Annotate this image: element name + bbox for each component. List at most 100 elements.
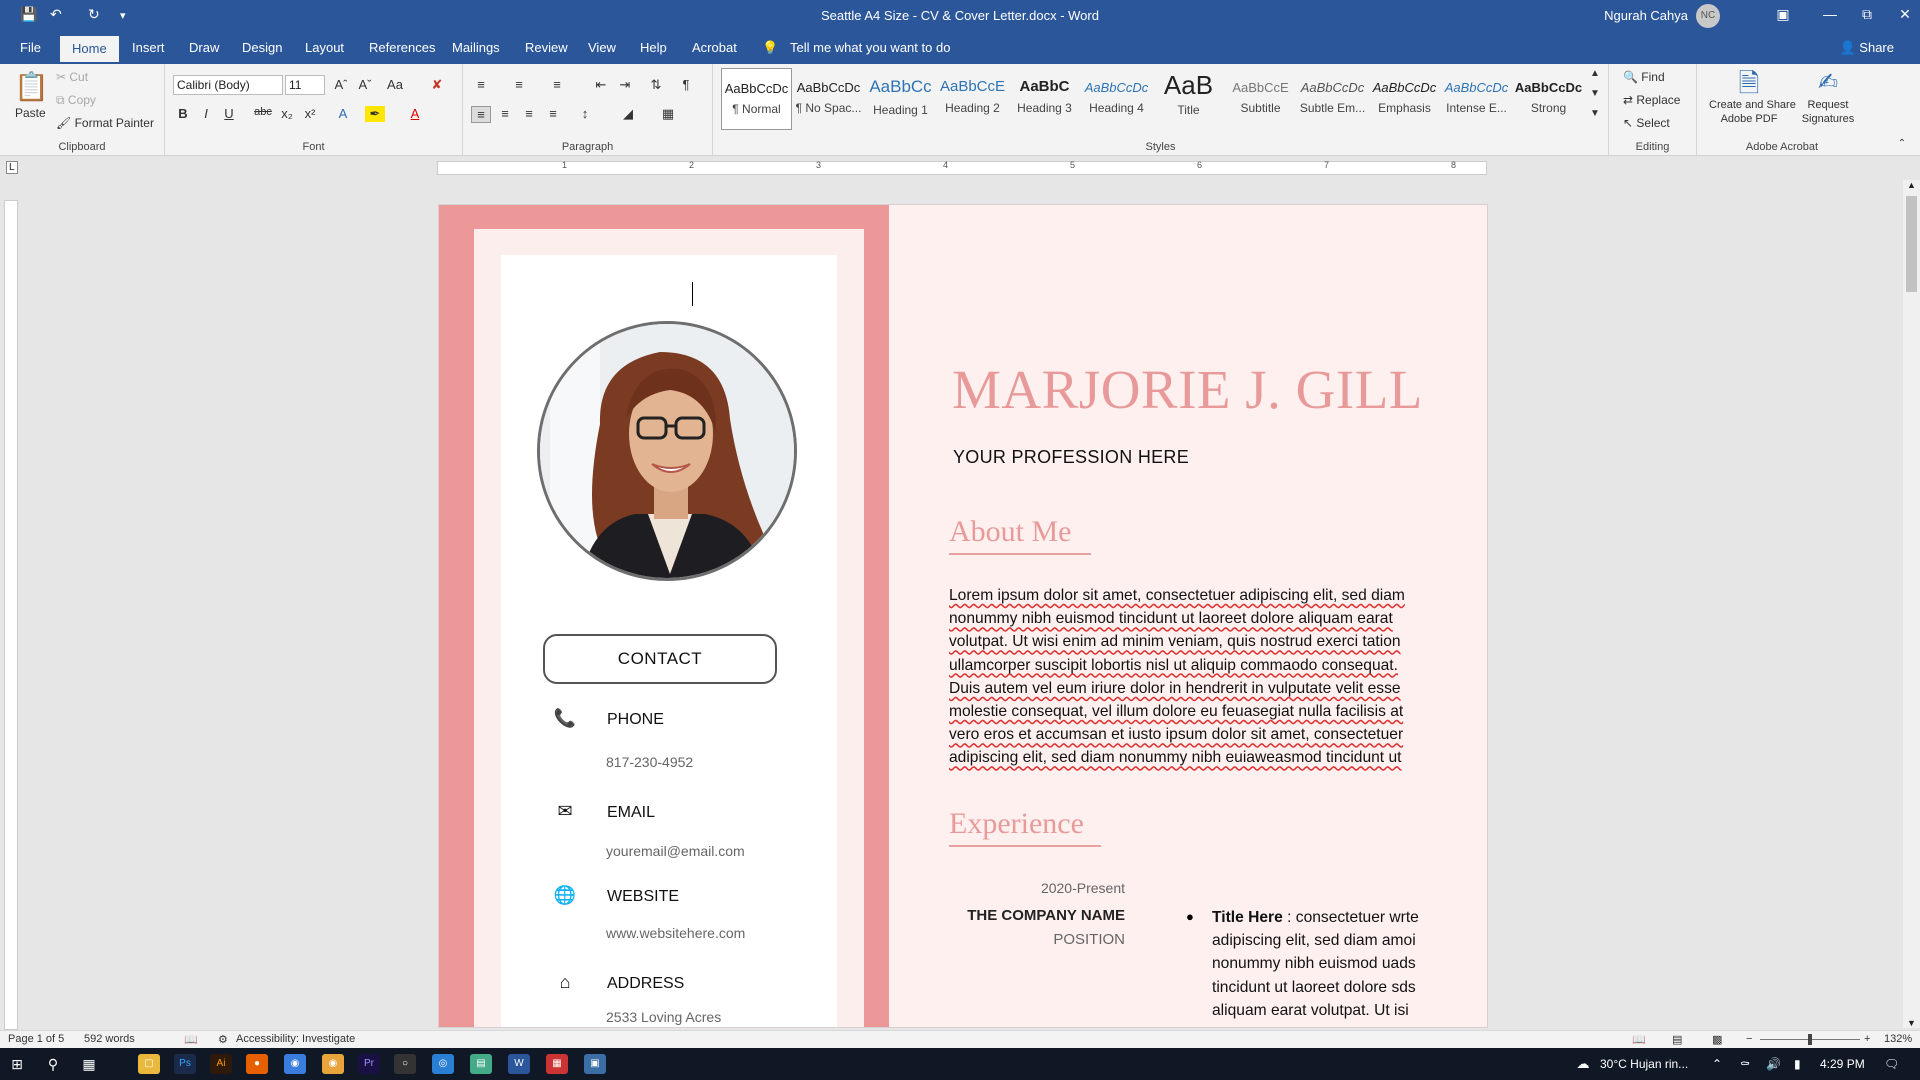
word-count[interactable]: 592 words bbox=[84, 1033, 135, 1045]
clock[interactable]: 4:29 PM bbox=[1820, 1057, 1865, 1071]
notepad-icon[interactable]: ▤ bbox=[470, 1054, 492, 1074]
align-right-icon[interactable]: ≡ bbox=[519, 106, 539, 121]
proofing-icon[interactable]: 📖 bbox=[184, 1033, 198, 1046]
format-painter-button[interactable]: 🖌 Format Painter bbox=[56, 116, 154, 130]
justify-icon[interactable]: ≡ bbox=[543, 106, 563, 121]
style-no-spacing[interactable]: AaBbCcDc ¶ No Spac... bbox=[793, 68, 864, 130]
search-icon[interactable]: ⚲ bbox=[42, 1054, 64, 1074]
clear-formatting-icon[interactable]: ✘ bbox=[427, 77, 447, 93]
photoshop-icon[interactable]: Ps bbox=[174, 1054, 196, 1074]
decrease-indent-icon[interactable]: ⇤ bbox=[591, 77, 611, 93]
user-name[interactable]: Ngurah Cahya bbox=[1604, 8, 1688, 23]
word-icon[interactable]: W bbox=[508, 1054, 530, 1074]
window-icon[interactable]: ▣ bbox=[584, 1054, 606, 1074]
tab-review[interactable]: Review bbox=[525, 40, 568, 55]
zoom-out-icon[interactable]: − bbox=[1746, 1033, 1752, 1045]
style-heading-1[interactable]: AaBbCc Heading 1 bbox=[865, 68, 936, 130]
cut-button[interactable]: ✂ Cut bbox=[56, 70, 88, 84]
close-icon[interactable]: ✕ bbox=[1890, 6, 1920, 23]
tab-view[interactable]: View bbox=[588, 40, 616, 55]
chrome-alt-icon[interactable]: ◉ bbox=[322, 1054, 344, 1074]
accessibility-status[interactable]: Accessibility: Investigate bbox=[236, 1033, 355, 1045]
style-heading-2[interactable]: AaBbCcE Heading 2 bbox=[937, 68, 1008, 130]
sort-icon[interactable]: ⇅ bbox=[646, 77, 666, 93]
zoom-slider-thumb[interactable] bbox=[1808, 1034, 1812, 1045]
styles-scroll-down-icon[interactable]: ▼ bbox=[1585, 88, 1605, 99]
browser-icon[interactable]: ◎ bbox=[432, 1054, 454, 1074]
web-layout-icon[interactable]: ▩ bbox=[1712, 1033, 1722, 1046]
strikethrough-icon[interactable]: abc bbox=[253, 106, 273, 118]
tab-help[interactable]: Help bbox=[640, 40, 667, 55]
tab-acrobat[interactable]: Acrobat bbox=[692, 40, 737, 55]
show-formatting-icon[interactable]: ¶ bbox=[676, 77, 696, 92]
avatar[interactable]: NC bbox=[1696, 4, 1720, 28]
app-icon[interactable]: ○ bbox=[394, 1054, 416, 1074]
scroll-up-icon[interactable]: ▲ bbox=[1907, 180, 1916, 190]
change-case-button[interactable]: Aa bbox=[385, 77, 405, 92]
subscript-icon[interactable]: x₂ bbox=[277, 106, 297, 121]
multilevel-list-icon[interactable]: ≡ bbox=[547, 77, 567, 92]
battery-icon[interactable]: ▮ bbox=[1794, 1057, 1801, 1071]
weather-text[interactable]: 30°C Hujan rin... bbox=[1600, 1057, 1688, 1071]
file-explorer-icon[interactable]: ▢ bbox=[138, 1054, 160, 1074]
tab-references[interactable]: References bbox=[369, 40, 435, 55]
tell-me-search[interactable]: Tell me what you want to do bbox=[790, 40, 950, 55]
style-intense-emphasis[interactable]: AaBbCcDc Intense E... bbox=[1441, 68, 1512, 130]
restore-icon[interactable]: ⧉ bbox=[1852, 6, 1882, 23]
zoom-in-icon[interactable]: + bbox=[1864, 1033, 1870, 1045]
minimize-icon[interactable]: — bbox=[1815, 6, 1845, 22]
tab-file[interactable]: File bbox=[20, 40, 41, 55]
paste-button[interactable]: Paste bbox=[15, 106, 46, 120]
tab-draw[interactable]: Draw bbox=[189, 40, 219, 55]
profile-photo[interactable] bbox=[537, 321, 797, 581]
style-title[interactable]: AaB Title bbox=[1153, 68, 1224, 130]
line-spacing-icon[interactable]: ↕ bbox=[575, 106, 595, 121]
print-layout-icon[interactable]: ▤ bbox=[1672, 1033, 1682, 1046]
ribbon-display-icon[interactable]: ▣ bbox=[1768, 6, 1798, 23]
select-button[interactable]: ↖ Select bbox=[1623, 116, 1670, 130]
font-color-icon[interactable]: A bbox=[405, 106, 425, 121]
vertical-scrollbar[interactable]: ▲ ▼ bbox=[1903, 180, 1920, 1028]
copy-button[interactable]: ⧉ Copy bbox=[56, 93, 96, 108]
task-view-icon[interactable]: ▦ bbox=[78, 1054, 100, 1074]
tab-layout[interactable]: Layout bbox=[305, 40, 344, 55]
text-effects-icon[interactable]: A bbox=[333, 106, 353, 121]
vertical-ruler[interactable] bbox=[4, 200, 18, 1030]
find-button[interactable]: 🔍 Find bbox=[1623, 70, 1665, 84]
network-icon[interactable]: ⚰ bbox=[1740, 1057, 1750, 1071]
volume-icon[interactable]: 🔊 bbox=[1766, 1057, 1781, 1071]
replace-button[interactable]: ⇄ Replace bbox=[1623, 93, 1680, 107]
paste-icon[interactable]: 📋 bbox=[14, 70, 49, 103]
scroll-down-icon[interactable]: ▼ bbox=[1907, 1018, 1916, 1028]
style-heading-4[interactable]: AaBbCcDc Heading 4 bbox=[1081, 68, 1152, 130]
read-mode-icon[interactable]: 📖 bbox=[1632, 1033, 1646, 1046]
scrollbar-thumb[interactable] bbox=[1906, 196, 1917, 292]
grow-font-icon[interactable]: Aˆ bbox=[331, 77, 351, 92]
weather-icon[interactable]: ☁ bbox=[1572, 1054, 1594, 1074]
tab-insert[interactable]: Insert bbox=[132, 40, 165, 55]
style-subtle-emphasis[interactable]: AaBbCcDc Subtle Em... bbox=[1297, 68, 1368, 130]
increase-indent-icon[interactable]: ⇥ bbox=[615, 77, 635, 93]
tray-chevron-icon[interactable]: ⌃ bbox=[1712, 1057, 1722, 1071]
styles-more-icon[interactable]: ▼ bbox=[1585, 108, 1605, 119]
firefox-icon[interactable]: ● bbox=[246, 1054, 268, 1074]
share-button[interactable]: 👤 Share bbox=[1839, 40, 1894, 56]
align-left-icon[interactable]: ≡ bbox=[471, 106, 491, 123]
style-normal[interactable]: AaBbCcDc ¶ Normal bbox=[721, 68, 792, 130]
font-name-dropdown[interactable]: Calibri (Body) bbox=[173, 75, 283, 95]
page-indicator[interactable]: Page 1 of 5 bbox=[8, 1033, 64, 1045]
superscript-icon[interactable]: x² bbox=[300, 106, 320, 121]
highlight-icon[interactable]: ✒ bbox=[365, 106, 385, 122]
request-signatures-button[interactable]: ✍ Request Signatures bbox=[1793, 68, 1863, 126]
premiere-icon[interactable]: Pr bbox=[358, 1054, 380, 1074]
borders-icon[interactable]: ▦ bbox=[658, 106, 678, 122]
tab-design[interactable]: Design bbox=[242, 40, 282, 55]
notifications-icon[interactable]: 🗨 bbox=[1884, 1057, 1899, 1071]
styles-scroll-up-icon[interactable]: ▲ bbox=[1585, 68, 1605, 79]
shrink-font-icon[interactable]: Aˇ bbox=[355, 77, 375, 92]
style-subtitle[interactable]: AaBbCcE Subtitle bbox=[1225, 68, 1296, 130]
create-share-pdf-button[interactable]: 🗎 Create and Share Adobe PDF bbox=[1709, 68, 1796, 126]
tab-mailings[interactable]: Mailings bbox=[452, 40, 500, 55]
numbering-icon[interactable]: ≡ bbox=[509, 77, 529, 92]
illustrator-icon[interactable]: Ai bbox=[210, 1054, 232, 1074]
